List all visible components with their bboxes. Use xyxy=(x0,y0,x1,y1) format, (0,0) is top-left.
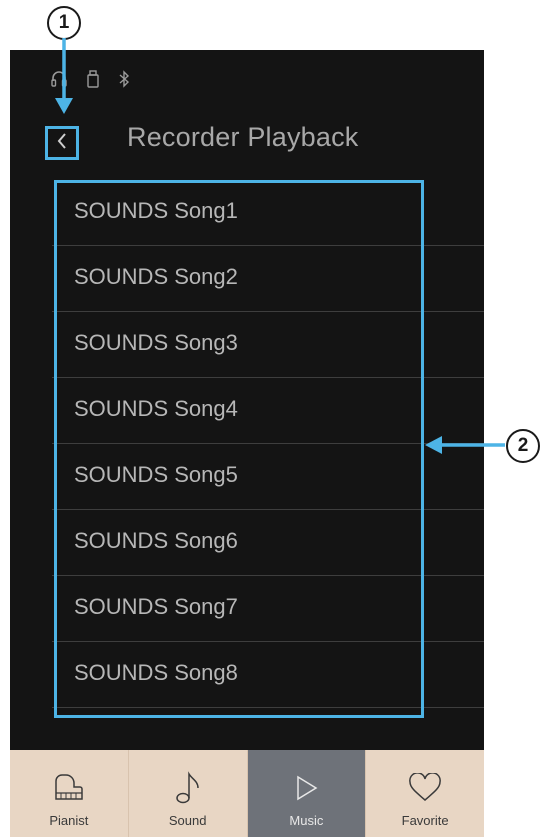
usb-memory-icon xyxy=(86,70,100,88)
tab-pianist[interactable]: Pianist xyxy=(10,750,128,837)
tab-label: Favorite xyxy=(401,813,449,828)
callout-1: 1 xyxy=(47,6,81,40)
song-label: SOUNDS Song1 xyxy=(74,198,238,223)
piano-icon xyxy=(52,768,86,808)
play-triangle-icon xyxy=(291,768,321,808)
song-label: SOUNDS Song7 xyxy=(74,594,238,619)
tab-bar: Pianist Sound Music Favorite xyxy=(10,750,484,837)
callout-2: 2 xyxy=(506,429,540,463)
back-button[interactable] xyxy=(45,126,79,160)
headphones-icon xyxy=(50,70,68,88)
page-title: Recorder Playback xyxy=(127,122,359,152)
music-note-icon xyxy=(174,768,202,808)
song-row[interactable]: SOUNDS Song1 xyxy=(52,180,484,246)
song-list: SOUNDS Song1 SOUNDS Song2 SOUNDS Song3 S… xyxy=(52,180,484,708)
tab-sound[interactable]: Sound xyxy=(127,750,247,837)
song-row[interactable]: SOUNDS Song8 xyxy=(52,642,484,708)
song-label: SOUNDS Song4 xyxy=(74,396,238,421)
chevron-left-icon xyxy=(55,131,69,156)
song-row[interactable]: SOUNDS Song5 xyxy=(52,444,484,510)
song-label: SOUNDS Song6 xyxy=(74,528,238,553)
tab-label: Pianist xyxy=(49,813,89,828)
tab-label: Sound xyxy=(168,813,207,828)
song-label: SOUNDS Song8 xyxy=(74,660,238,685)
tab-label: Music xyxy=(289,813,324,828)
song-row[interactable]: SOUNDS Song7 xyxy=(52,576,484,642)
song-row[interactable]: SOUNDS Song2 xyxy=(52,246,484,312)
tab-favorite[interactable]: Favorite xyxy=(365,750,484,837)
song-row[interactable]: SOUNDS Song3 xyxy=(52,312,484,378)
tab-music[interactable]: Music xyxy=(246,750,366,837)
status-bar xyxy=(50,68,130,90)
device-screen: Recorder Playback SOUNDS Song1 SOUNDS So… xyxy=(10,50,484,837)
song-row[interactable]: SOUNDS Song4 xyxy=(52,378,484,444)
header: Recorder Playback xyxy=(10,114,484,162)
heart-icon xyxy=(407,768,443,808)
song-row[interactable]: SOUNDS Song6 xyxy=(52,510,484,576)
song-label: SOUNDS Song2 xyxy=(74,264,238,289)
song-label: SOUNDS Song3 xyxy=(74,330,238,355)
bluetooth-icon xyxy=(118,70,130,88)
song-label: SOUNDS Song5 xyxy=(74,462,238,487)
